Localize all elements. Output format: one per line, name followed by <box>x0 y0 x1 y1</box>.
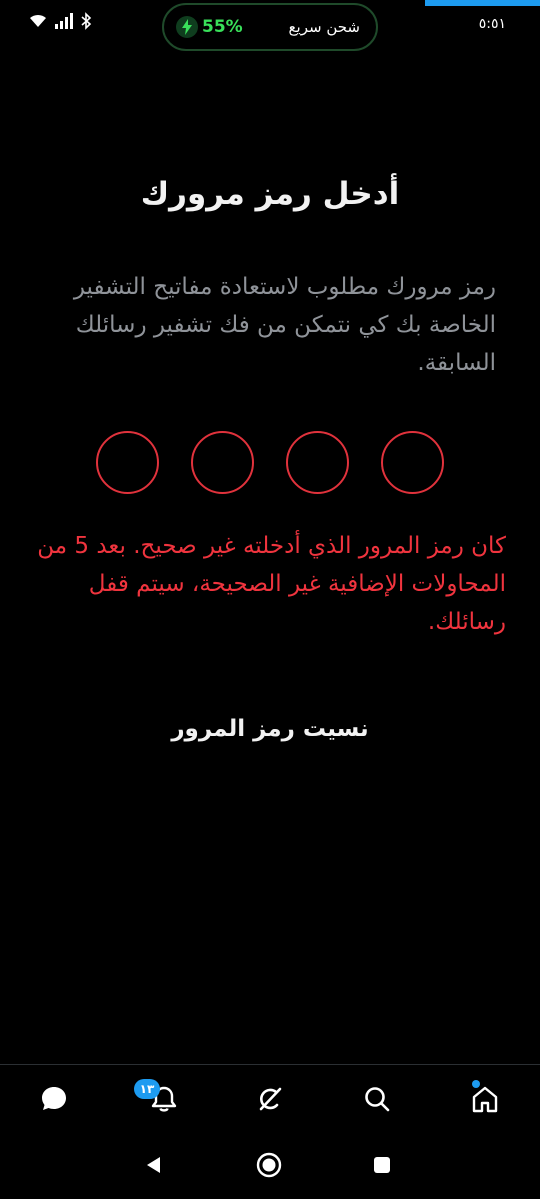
back-triangle-icon <box>144 1155 164 1179</box>
home-icon <box>470 1084 500 1118</box>
notifications-badge: ١٣ <box>134 1079 160 1099</box>
error-message: كان رمز المرور الذي أدخلته غير صحيح. بعد… <box>37 533 506 635</box>
bottom-tab-bar <box>0 1064 540 1134</box>
back-button[interactable] <box>139 1152 169 1182</box>
signal-icon <box>54 13 74 33</box>
home-button[interactable] <box>254 1152 284 1182</box>
tab-messages[interactable] <box>32 1079 76 1123</box>
passcode-digit-slot <box>96 431 159 494</box>
status-time: ٥:٥١ <box>478 16 506 32</box>
tab-search[interactable] <box>355 1079 399 1123</box>
search-icon <box>362 1084 392 1118</box>
fast-charging-label: شحن سريع <box>288 18 360 36</box>
status-icons <box>28 12 92 34</box>
grok-icon <box>255 1084 285 1118</box>
fast-charging-indicator: 55% شحن سريع <box>162 3 378 51</box>
lightning-bolt-icon <box>176 16 198 38</box>
system-navigation-bar <box>0 1134 540 1199</box>
passcode-digit-slot <box>191 431 254 494</box>
messages-icon <box>39 1084 69 1118</box>
status-bar: 55% شحن سريع ٥:٥١ <box>0 0 540 52</box>
battery-percent: 55% <box>202 17 243 37</box>
tab-home[interactable] <box>463 1079 507 1123</box>
passcode-digit-slot <box>381 431 444 494</box>
home-circle-icon <box>255 1151 283 1183</box>
bluetooth-icon <box>80 12 92 34</box>
home-unread-dot <box>472 1080 480 1088</box>
page-title: أدخل رمز مرورك <box>140 176 400 212</box>
passcode-input[interactable] <box>96 431 444 494</box>
wifi-icon <box>28 13 48 33</box>
recents-button[interactable] <box>367 1152 397 1182</box>
forgot-passcode-link[interactable]: نسيت رمز المرور <box>0 716 540 742</box>
tab-grok[interactable] <box>248 1079 292 1123</box>
passcode-description: رمز مرورك مطلوب لاستعادة مفاتيح التشفير … <box>73 274 496 376</box>
recents-square-icon <box>373 1156 391 1178</box>
passcode-digit-slot <box>286 431 349 494</box>
